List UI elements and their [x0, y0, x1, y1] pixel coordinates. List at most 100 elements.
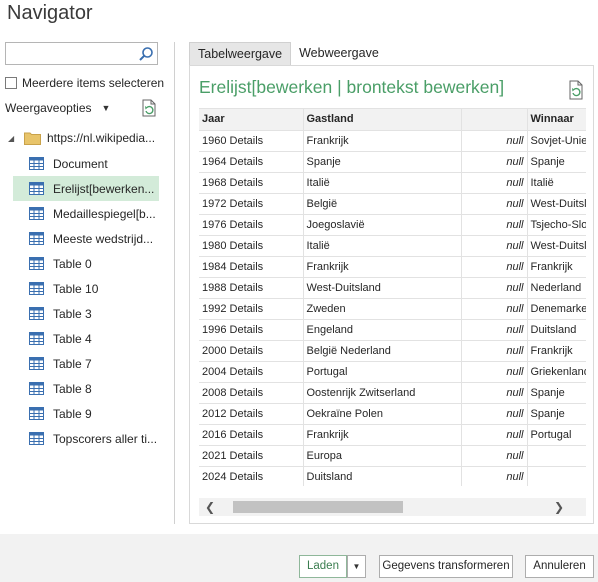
- table-cell[interactable]: 1996 Details: [199, 319, 304, 341]
- table-row[interactable]: 1976 DetailsJoegoslaviënullTsjecho-Slowa…: [199, 214, 586, 236]
- table-row[interactable]: 2012 Details Oekraïne Polen null Spanje: [199, 403, 586, 425]
- table-cell[interactable]: Zweden: [303, 298, 462, 320]
- table-row[interactable]: 1972 DetailsBelgiënullWest-Duitsland: [199, 193, 586, 215]
- table-cell[interactable]: null: [461, 445, 528, 467]
- table-cell[interactable]: null: [461, 256, 528, 278]
- table-cell[interactable]: Italië: [303, 235, 462, 257]
- table-cell[interactable]: null: [461, 235, 528, 257]
- table-cell[interactable]: null: [461, 403, 528, 425]
- table-cell[interactable]: Europa: [303, 445, 462, 467]
- table-cell[interactable]: Frankrijk: [303, 130, 462, 152]
- table-cell[interactable]: null: [461, 466, 528, 486]
- table-cell[interactable]: Engeland: [303, 319, 462, 341]
- navigator-item[interactable]: Erelijst[bewerken...: [13, 176, 159, 201]
- table-row[interactable]: 1960 Details Frankrijk null Sovjet-Unie: [199, 130, 586, 152]
- table-cell[interactable]: Frankrijk: [303, 256, 462, 278]
- navigator-item[interactable]: Table 3: [13, 301, 159, 326]
- table-row[interactable]: 1968 Details Italië null Italië: [199, 172, 586, 194]
- table-cell[interactable]: Duitsland: [303, 466, 462, 486]
- navigator-item[interactable]: Document: [13, 151, 159, 176]
- table-row[interactable]: 2024 Details Duitsland null: [199, 466, 586, 486]
- table-cell[interactable]: Oostenrijk Zwitserland: [303, 382, 462, 404]
- table-row[interactable]: 1980 DetailsItaliënullWest-Duitsland: [199, 235, 586, 257]
- table-cell[interactable]: null: [461, 130, 528, 152]
- table-cell[interactable]: West-Duitsland: [527, 193, 586, 215]
- navigator-item[interactable]: Medaillespiegel[b...: [13, 201, 159, 226]
- table-cell[interactable]: Joegoslavië: [303, 214, 462, 236]
- expand-triangle-icon[interactable]: ◢: [8, 134, 18, 143]
- table-cell[interactable]: 1968 Details: [199, 172, 304, 194]
- horizontal-scrollbar[interactable]: ❮ ❯: [199, 498, 586, 516]
- navigator-item[interactable]: Meeste wedstrijd...: [13, 226, 159, 251]
- table-cell[interactable]: 1992 Details: [199, 298, 304, 320]
- table-cell[interactable]: Griekenland: [527, 361, 586, 383]
- table-cell[interactable]: 2000 Details: [199, 340, 304, 362]
- table-cell[interactable]: Spanje: [527, 382, 586, 404]
- table-cell[interactable]: België Nederland: [303, 340, 462, 362]
- table-cell[interactable]: West-Duitsland: [303, 277, 462, 299]
- table-cell[interactable]: Italië: [303, 172, 462, 194]
- table-row[interactable]: 2008 Details Oostenrijk Zwitserland null Sp…: [199, 382, 586, 404]
- scroll-right-icon[interactable]: ❯: [551, 500, 567, 514]
- table-cell[interactable]: 1976 Details: [199, 214, 304, 236]
- refresh-icon[interactable]: [140, 99, 158, 117]
- multi-select-option[interactable]: Meerdere items selecteren: [5, 76, 164, 90]
- view-options-dropdown[interactable]: Weergaveopties ▼: [5, 101, 110, 115]
- table-cell[interactable]: 2016 Details: [199, 424, 304, 446]
- table-cell[interactable]: Spanje: [527, 403, 586, 425]
- table-cell[interactable]: 2008 Details: [199, 382, 304, 404]
- cancel-button[interactable]: Annuleren: [525, 555, 594, 578]
- navigator-item[interactable]: Table 7: [13, 351, 159, 376]
- navigator-item[interactable]: Table 8: [13, 376, 159, 401]
- table-row[interactable]: 2000 Details België Nederland null Frankrij…: [199, 340, 586, 362]
- table-cell[interactable]: 1980 Details: [199, 235, 304, 257]
- table-cell[interactable]: 1960 Details: [199, 130, 304, 152]
- table-cell[interactable]: Oekraïne Polen: [303, 403, 462, 425]
- scroll-left-icon[interactable]: ❮: [202, 500, 218, 514]
- search-box[interactable]: [5, 42, 158, 65]
- table-cell[interactable]: Tsjecho-Slowakije: [527, 214, 586, 236]
- table-row[interactable]: 1964 Details Spanje null Spanje: [199, 151, 586, 173]
- navigator-item[interactable]: Topscorers aller ti...: [13, 426, 159, 451]
- search-input[interactable]: [8, 44, 136, 63]
- table-cell[interactable]: Spanje: [527, 151, 586, 173]
- multi-select-checkbox[interactable]: [5, 77, 17, 89]
- table-cell[interactable]: null: [461, 214, 528, 236]
- navigator-item[interactable]: Table 9: [13, 401, 159, 426]
- table-row[interactable]: 1992 DetailsZwedennullDenemarken: [199, 298, 586, 320]
- table-cell[interactable]: 2004 Details: [199, 361, 304, 383]
- table-cell[interactable]: Nederland: [527, 277, 586, 299]
- table-cell[interactable]: null: [461, 424, 528, 446]
- table-cell[interactable]: null: [461, 151, 528, 173]
- table-row[interactable]: 2021 Details Europa null: [199, 445, 586, 467]
- table-row[interactable]: 1996 Details Engeland null Duitsland: [199, 319, 586, 341]
- table-row[interactable]: 2004 Details Portugal null Griekenland: [199, 361, 586, 383]
- load-button[interactable]: Laden: [299, 555, 347, 578]
- column-header[interactable]: Jaar: [199, 109, 304, 131]
- navigator-item[interactable]: Table 10: [13, 276, 159, 301]
- table-cell[interactable]: null: [461, 298, 528, 320]
- table-cell[interactable]: 1988 Details: [199, 277, 304, 299]
- navigator-item[interactable]: Table 4: [13, 326, 159, 351]
- table-cell[interactable]: Sovjet-Unie: [527, 130, 586, 152]
- table-cell[interactable]: null: [461, 382, 528, 404]
- navigator-item[interactable]: Table 0: [13, 251, 159, 276]
- table-cell[interactable]: [527, 445, 586, 467]
- table-cell[interactable]: Frankrijk: [303, 424, 462, 446]
- load-dropdown-button[interactable]: ▼: [347, 555, 366, 578]
- column-header[interactable]: [461, 109, 528, 131]
- tab-table-view[interactable]: Tabelweergave: [189, 42, 292, 65]
- table-cell[interactable]: Denemarken: [527, 298, 586, 320]
- table-row[interactable]: 1988 Details West-Duitsland null Nederland: [199, 277, 586, 299]
- table-cell[interactable]: Portugal: [303, 361, 462, 383]
- table-cell[interactable]: Frankrijk: [527, 340, 586, 362]
- column-header[interactable]: Gastland: [303, 109, 462, 131]
- table-cell[interactable]: 1964 Details: [199, 151, 304, 173]
- table-cell[interactable]: 2021 Details: [199, 445, 304, 467]
- tab-web-view[interactable]: Webweergave: [291, 42, 387, 65]
- table-cell[interactable]: null: [461, 340, 528, 362]
- table-cell[interactable]: Portugal: [527, 424, 586, 446]
- tree-root-node[interactable]: ◢ https://nl.wikipedia...: [8, 131, 163, 145]
- scrollbar-thumb[interactable]: [233, 501, 403, 513]
- table-cell[interactable]: null: [461, 277, 528, 299]
